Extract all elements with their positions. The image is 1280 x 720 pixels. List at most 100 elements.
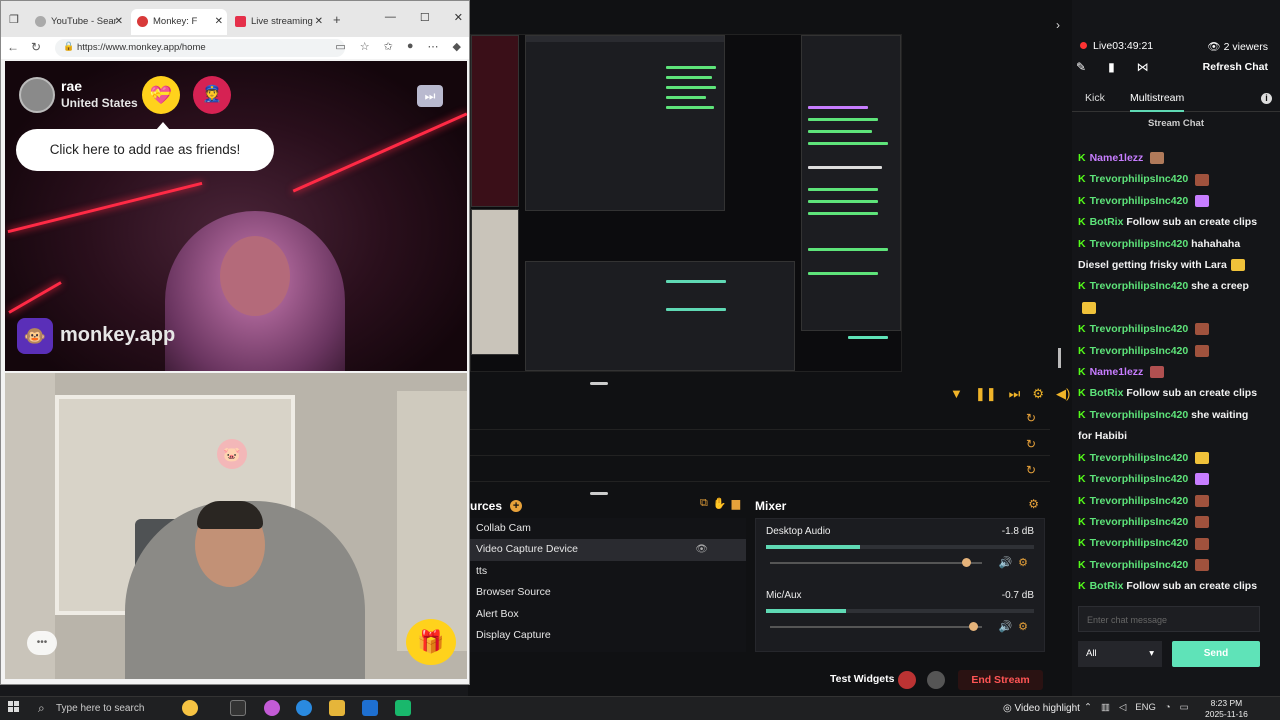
chat-username[interactable]: TrevorphilipsInc420 [1090,195,1189,207]
panel-resize-handle[interactable] [1058,348,1061,368]
splitter-handle[interactable] [590,492,608,495]
camera-icon[interactable] [927,671,945,689]
chat-username[interactable]: TrevorphilipsInc420 [1090,280,1189,292]
browser-tab[interactable]: Live streaming ✕ [229,9,327,35]
favorite-star-icon[interactable]: ☆ [360,40,370,53]
add-source-icon[interactable]: + [510,500,523,512]
source-item-selected[interactable]: Video Capture Device 👁 [470,539,746,561]
skip-icon[interactable]: ⏭ [1009,386,1021,404]
refresh-chat-button[interactable]: Refresh Chat [1203,61,1268,73]
replay-icon[interactable]: ↻ [1026,411,1036,425]
chat-username[interactable]: BotRix [1090,216,1124,228]
skip-button[interactable]: ⏭ [417,85,443,107]
chat-username[interactable]: TrevorphilipsInc420 [1090,537,1189,549]
visibility-icon[interactable]: 👁 [695,539,708,560]
maximize-icon[interactable]: ☐ [420,11,430,24]
language-indicator[interactable]: ENG [1135,702,1156,713]
close-icon[interactable]: ✕ [115,16,123,27]
copilot-icon[interactable]: ◆ [453,40,461,53]
close-icon[interactable]: ✕ [315,16,323,27]
chevron-up-icon[interactable]: ⌃ [1084,702,1092,713]
streaming-app-icon[interactable] [395,700,411,716]
new-tab-button[interactable]: + [333,12,341,27]
refresh-icon[interactable]: ↻ [31,40,41,54]
task-view-icon[interactable] [230,700,246,716]
browser-tab-active[interactable]: Monkey: F ✕ [131,9,227,35]
source-item[interactable]: Collab Cam [470,518,746,539]
chat-username[interactable]: TrevorphilipsInc420 [1090,516,1189,528]
network-icon[interactable]: ▥ [1101,702,1110,713]
replay-icon[interactable]: ↻ [1026,463,1036,477]
hand-icon[interactable]: ✋ [713,497,727,513]
chat-username[interactable]: TrevorphilipsInc420 [1090,473,1189,485]
chat-username[interactable]: TrevorphilipsInc420 [1090,409,1189,421]
mail-icon[interactable] [362,700,378,716]
add-friend-button[interactable]: Click here to add rae as friends! [16,122,274,171]
source-item[interactable]: Browser Source [470,582,746,603]
send-button[interactable]: Send [1172,641,1260,667]
chat-username[interactable]: TrevorphilipsInc420 [1090,452,1189,464]
volume-icon[interactable]: ◁ [1119,702,1126,713]
record-icon[interactable] [898,671,916,689]
copilot-icon[interactable] [264,700,280,716]
chat-username[interactable]: TrevorphilipsInc420 [1090,173,1189,185]
heart-button[interactable]: 💝 [142,76,180,114]
video-highlight-label[interactable]: ◎ Video highlight [1003,703,1080,714]
chat-username[interactable]: TrevorphilipsInc420 [1090,495,1189,507]
source-item[interactable]: tts [470,561,746,582]
replay-icon[interactable]: ↻ [1026,437,1036,451]
more-icon[interactable]: ⋯ [428,40,439,53]
chat-input[interactable]: Enter chat message [1078,606,1260,632]
settings-icon[interactable]: ⚙ [1032,386,1044,404]
chat-username[interactable]: BotRix [1090,387,1124,399]
volume-icon[interactable]: ◀) [1056,386,1070,404]
chevron-right-icon[interactable]: › [1056,18,1060,32]
tab-multistream[interactable]: Multistream [1130,92,1185,112]
chat-username[interactable]: BotRix [1090,580,1124,592]
pin-icon[interactable]: ▮ [1108,60,1115,74]
channel-controls[interactable]: 🔊⚙ [998,620,1034,633]
gear-icon[interactable]: ⚙ [1028,497,1039,511]
chat-username[interactable]: Name1lezz [1090,366,1144,378]
edge-icon[interactable] [296,700,312,716]
lock-icon[interactable]: 🔒 [63,41,74,52]
volume-knob[interactable] [968,622,978,631]
source-item[interactable]: Display Capture [470,625,746,646]
address-bar[interactable]: 🔒 https://www.monkey.app/home [55,39,345,57]
scene-icon[interactable]: ⧉ [700,497,708,513]
report-button[interactable]: 👮 [193,76,231,114]
avatar[interactable] [19,77,55,113]
system-clock[interactable]: 8:23 PM 2025-11-16 [1205,698,1248,720]
folder-icon[interactable]: ▆ [732,497,740,513]
minimize-icon[interactable]: — [385,11,396,24]
splitter-handle[interactable] [590,382,608,385]
filter-icon[interactable]: ▼ [950,386,963,404]
tab-actions-icon[interactable]: ❐ [9,13,19,26]
pause-icon[interactable]: ❚❚ [975,386,997,404]
widgets-icon[interactable] [182,700,198,716]
info-icon[interactable]: i [1261,93,1272,104]
volume-slider[interactable] [770,558,982,567]
share-icon[interactable]: ⋈ [1137,60,1149,74]
end-stream-button[interactable]: End Stream [958,670,1043,690]
wifi-icon[interactable]: ◔ [1165,702,1171,713]
chat-filter-select[interactable]: All ▾ [1078,641,1162,667]
volume-knob[interactable] [962,558,972,567]
profile-icon[interactable]: ● [407,40,414,53]
collections-icon[interactable]: ✩ [384,40,393,53]
source-item[interactable]: Alert Box [470,604,746,625]
tab-kick[interactable]: Kick [1085,92,1105,104]
gift-button[interactable]: 🎁 [406,619,456,665]
windows-start-icon[interactable] [8,701,20,713]
close-icon[interactable]: ✕ [454,11,463,24]
cast-icon[interactable]: ▭ [335,40,345,53]
battery-icon[interactable]: ▭ [1180,702,1189,713]
chat-username[interactable]: Name1lezz [1090,152,1144,164]
chat-username[interactable]: TrevorphilipsInc420 [1090,345,1189,357]
pencil-icon[interactable]: ✎ [1076,60,1086,74]
channel-controls[interactable]: 🔊⚙ [998,556,1034,569]
file-explorer-icon[interactable] [329,700,345,716]
chat-bubble-icon[interactable]: ••• [27,631,57,655]
close-icon[interactable]: ✕ [215,16,223,27]
chat-username[interactable]: TrevorphilipsInc420 [1090,323,1189,335]
